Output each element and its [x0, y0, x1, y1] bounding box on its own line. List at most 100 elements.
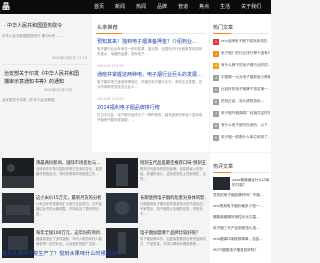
headline-recommend-panel: 头条推荐 预知其来！独到电子烟准备押金？介绍到业… 电子烟行业近年来在一系列变革… [92, 14, 209, 152]
hot-article-title[interactable]: 有什么牌子的电子烟行业好的… [221, 63, 270, 68]
image-placeholder-icon [116, 164, 128, 186]
recommended-link[interactable]: MOTI魔笛电子烟真的好吗？ [213, 248, 270, 253]
hot-article-title[interactable]: 比较好的电子烟牌子排名第一… [221, 87, 270, 92]
news-card-grid: 清晨两份新闻，国际市场变化与… 全球资本市场与国际形势正在深刻变化，各国都在积极… [2, 153, 208, 263]
left-date-1: 2024年3月5日 17:10 [52, 56, 88, 60]
rank-badge: 1 [213, 38, 219, 45]
left-headline-1[interactable]: · 中华人民共和国国务院令 [4, 22, 62, 29]
image-placeholder-icon [106, 193, 138, 223]
hot-article-title[interactable]: 电子烟开烟弹原厂经销并这样的… [221, 111, 270, 116]
hot-article-title[interactable]: relx品牌电子烟下架找到领先… [221, 39, 270, 44]
hot-article-item[interactable]: 5 比较好的电子烟牌子排名第一… [213, 86, 270, 93]
recommended-link[interactable]: 哪款新烟弹好用性价比又高… [213, 215, 270, 220]
article-item[interactable]: 预知其来！独到电子烟准备押金？介绍到业… 电子烟行业近年来在一系列变革，重点是，… [97, 38, 205, 68]
left-news-column: · 中华人民共和国国务院令 中华人民共和国国务院令 第780号 …… 2024年… [0, 14, 90, 152]
top-navigation: 晶 首页 新闻 热闻 品牌 管道 焦点 生活 关于我们 [0, 0, 271, 14]
hot-article-item[interactable]: 9 电子烟一般是什么单位收到了… [213, 134, 270, 141]
news-thumbnail[interactable] [2, 193, 34, 223]
nav-link-about[interactable]: 关于我们 [241, 0, 261, 14]
hot-articles-panel: 热门文章 1 relx品牌电子烟下架找到领先… 2 电子烟厂的行业排行榜十强有什… 3 有… [210, 14, 271, 152]
hot-article-item[interactable]: 6 悦刻正品…怎么辨别真伪… [213, 98, 270, 105]
hot-article-title[interactable]: 中国第一大对电子烟新宝小哪家… [221, 75, 270, 80]
image-placeholder-icon [2, 193, 34, 223]
article-meta: 2024-08-13 8:20 [97, 97, 124, 101]
hot-article-item[interactable]: 7 电子烟开烟弹原厂经销并这样的… [213, 110, 270, 117]
hot-article-item[interactable]: 2 电子烟厂的行业排行榜十强有什… [213, 50, 270, 57]
rank-badge: 3 [213, 62, 219, 69]
article-item[interactable]: 2024福利电子烟品牌排行榜 在当今社会，电子烟已经成为了一种时尚的，越来越多的… [97, 104, 205, 129]
news-card-snippet: 全球资本市场与国际形势正在深刻变化，各国都在积极应对，同时政策和市场措施之内… [36, 167, 102, 176]
hot-article-title[interactable]: 悦刻正品…怎么辨别真伪… [221, 99, 264, 104]
left-snippet-1: 中华人民共和国国务院令 第780号 …… [2, 34, 64, 38]
news-card[interactable]: 清晨两份新闻，国际市场变化与… 全球资本市场与国际形势正在深刻变化，各国都在积极… [2, 158, 104, 188]
section-title: 头条推荐 [97, 25, 118, 31]
article-snippet: 在当今社会，电子烟已经成为了一种时尚的，越来越多的年轻人选择电子烟来代替传统香烟… [97, 113, 203, 122]
recommended-link[interactable]: 电子烟三代产品到底怎么选… [213, 226, 270, 231]
news-thumbnail[interactable] [2, 158, 34, 188]
news-card-snippet: 小米近年来快速地扩大各行业影响力，并开始通过此次的价格调整，市场给出了更好的回应… [36, 202, 102, 216]
news-card-title[interactable]: 每年全国100万元，这年份的项目… [36, 230, 102, 236]
left-headline-2[interactable]: 治安部关于印发《中华人民共和国 [4, 70, 79, 77]
nav-links: 首页 新闻 热闻 品牌 管道 焦点 生活 关于我们 [94, 0, 272, 14]
news-card-snippet: 悦刻五代原来是悦刻品牌，目前是最火的新品，新潮的设计，这就是悦刻上任即销售，且然… [140, 167, 206, 181]
news-card[interactable]: 这小米价15万元，最新月货的分析 小米近年来快速地扩大各行业影响力，并开始通过此… [2, 193, 104, 223]
section-title: 热评文章 [213, 164, 234, 170]
news-card[interactable]: 悦刻五代品鉴最佳推荐口味-悦刻五… 悦刻五代原来是悦刻品牌，目前是最火的新品，新… [106, 158, 208, 188]
news-card-title[interactable]: 清晨两份新闻，国际市场变化与… [36, 160, 102, 166]
recommended-link[interactable]: relx烟弹口味推荐清单，总结… [213, 237, 270, 242]
hot-article-title[interactable]: 电子烟一般是什么单位收到了… [221, 135, 270, 140]
news-card-snippet: 长期使用电子烟可能导致身体出现不适反应，专家表示，电子烟是以无烟的形态，但是电子… [140, 202, 206, 216]
rank-badge: 2 [213, 50, 219, 57]
left-snippet-2: 治安部关于印发《中华人民共和国 [2, 98, 55, 102]
rank-badge: 6 [213, 98, 219, 105]
news-thumbnail[interactable] [106, 193, 138, 223]
recommended-title[interactable]: yooz烟弹满足什么口味的口感？ [232, 178, 270, 189]
news-thumbnail[interactable] [106, 158, 138, 188]
hot-article-title[interactable]: 有什么电子烟不伤身的，以下… [221, 123, 270, 128]
recommended-link[interactable]: 灵机的电子烟品牌好吗？不错… [213, 193, 270, 198]
nav-link-news[interactable]: 新闻 [115, 0, 125, 14]
nav-link-life[interactable]: 生活 [220, 0, 230, 14]
hot-article-item[interactable]: 4 中国第一大对电子烟新宝小哪家… [213, 74, 270, 81]
rank-badge: 5 [213, 86, 219, 93]
article-item[interactable]: 通晓并掌握这两种电，电子烟行业巨头的发展… 电子烟市场已逐渐获得地位，尽管在电子… [97, 71, 205, 101]
recommended-articles-panel: 热评文章 yooz烟弹满足什么口味的口感？ 灵机的电子烟品牌好吗？不错… rel… [210, 153, 271, 263]
article-meta: 2024-08-13 8:20 [97, 64, 124, 68]
hot-article-item[interactable]: 8 有什么电子烟不伤身的，以下… [213, 122, 270, 129]
article-title[interactable]: 通晓并掌握这两种电，电子烟行业巨头的发展… [97, 71, 205, 78]
news-card-title[interactable]: 这小米价15万元，最新月货的分析 [36, 195, 102, 201]
rank-badge: 9 [213, 134, 219, 141]
news-card-title[interactable]: 长期使用电子烟的危害对身体的影… [140, 195, 206, 201]
nav-link-hot[interactable]: 热闻 [136, 0, 146, 14]
nav-link-focus[interactable]: 焦点 [199, 0, 209, 14]
rank-badge: 7 [213, 110, 219, 117]
section-underline [96, 33, 206, 34]
article-snippet: 电子烟市场已逐渐获得地位，尽管在电子烟行业中，有些企业发展，总为市场带来的改变与… [97, 80, 203, 89]
left-headline-3[interactable]: 捕审示意通知书等》的通知 [4, 78, 64, 85]
section-underline [213, 33, 269, 34]
featured-article-title[interactable]: 悦刻水果味恢复生产了？悦刻水果味什么时候回归？ [2, 250, 208, 257]
nav-link-home[interactable]: 首页 [94, 0, 104, 14]
hot-article-title[interactable]: 电子烟厂的行业排行榜十强有什… [221, 51, 270, 56]
left-date-2: 2024年01月22日 [44, 88, 73, 92]
section-title: 热门文章 [213, 25, 234, 31]
news-card-title[interactable]: 悦刻五代品鉴最佳推荐口味-悦刻五… [140, 160, 206, 166]
recommended-item[interactable]: yooz烟弹满足什么口味的口感？ [213, 177, 270, 191]
hot-article-item[interactable]: 1 relx品牌电子烟下架找到领先… [213, 38, 270, 45]
recommended-thumbnail[interactable] [213, 177, 230, 190]
rank-badge: 4 [213, 74, 219, 81]
hot-article-item[interactable]: 3 有什么牌子的电子烟行业好的… [213, 62, 270, 69]
recommended-link[interactable]: relx悦刻电子烟价格多少钱一… [213, 204, 270, 209]
section-underline [213, 172, 269, 173]
rank-badge: 8 [213, 122, 219, 129]
divider [2, 64, 86, 65]
site-logo[interactable]: 晶 [0, 1, 20, 13]
article-title[interactable]: 2024福利电子烟品牌排行榜 [97, 104, 205, 111]
news-card[interactable]: 长期使用电子烟的危害对身体的影… 长期使用电子烟可能导致身体出现不适反应，专家表… [106, 193, 208, 223]
nav-link-brand[interactable]: 品牌 [157, 0, 167, 14]
nav-link-pipeline[interactable]: 管道 [178, 0, 188, 14]
image-placeholder-icon [2, 164, 34, 188]
news-card-title[interactable]: 电子烟加盟哪个品牌比较好呢？ [140, 230, 206, 236]
article-title[interactable]: 预知其来！独到电子烟准备押金？介绍到业… [97, 38, 205, 45]
article-snippet: 电子烟行业近年来在一系列变革，重点是，全国电子行业政策导向没有多重大，电烟的运营… [97, 47, 203, 56]
